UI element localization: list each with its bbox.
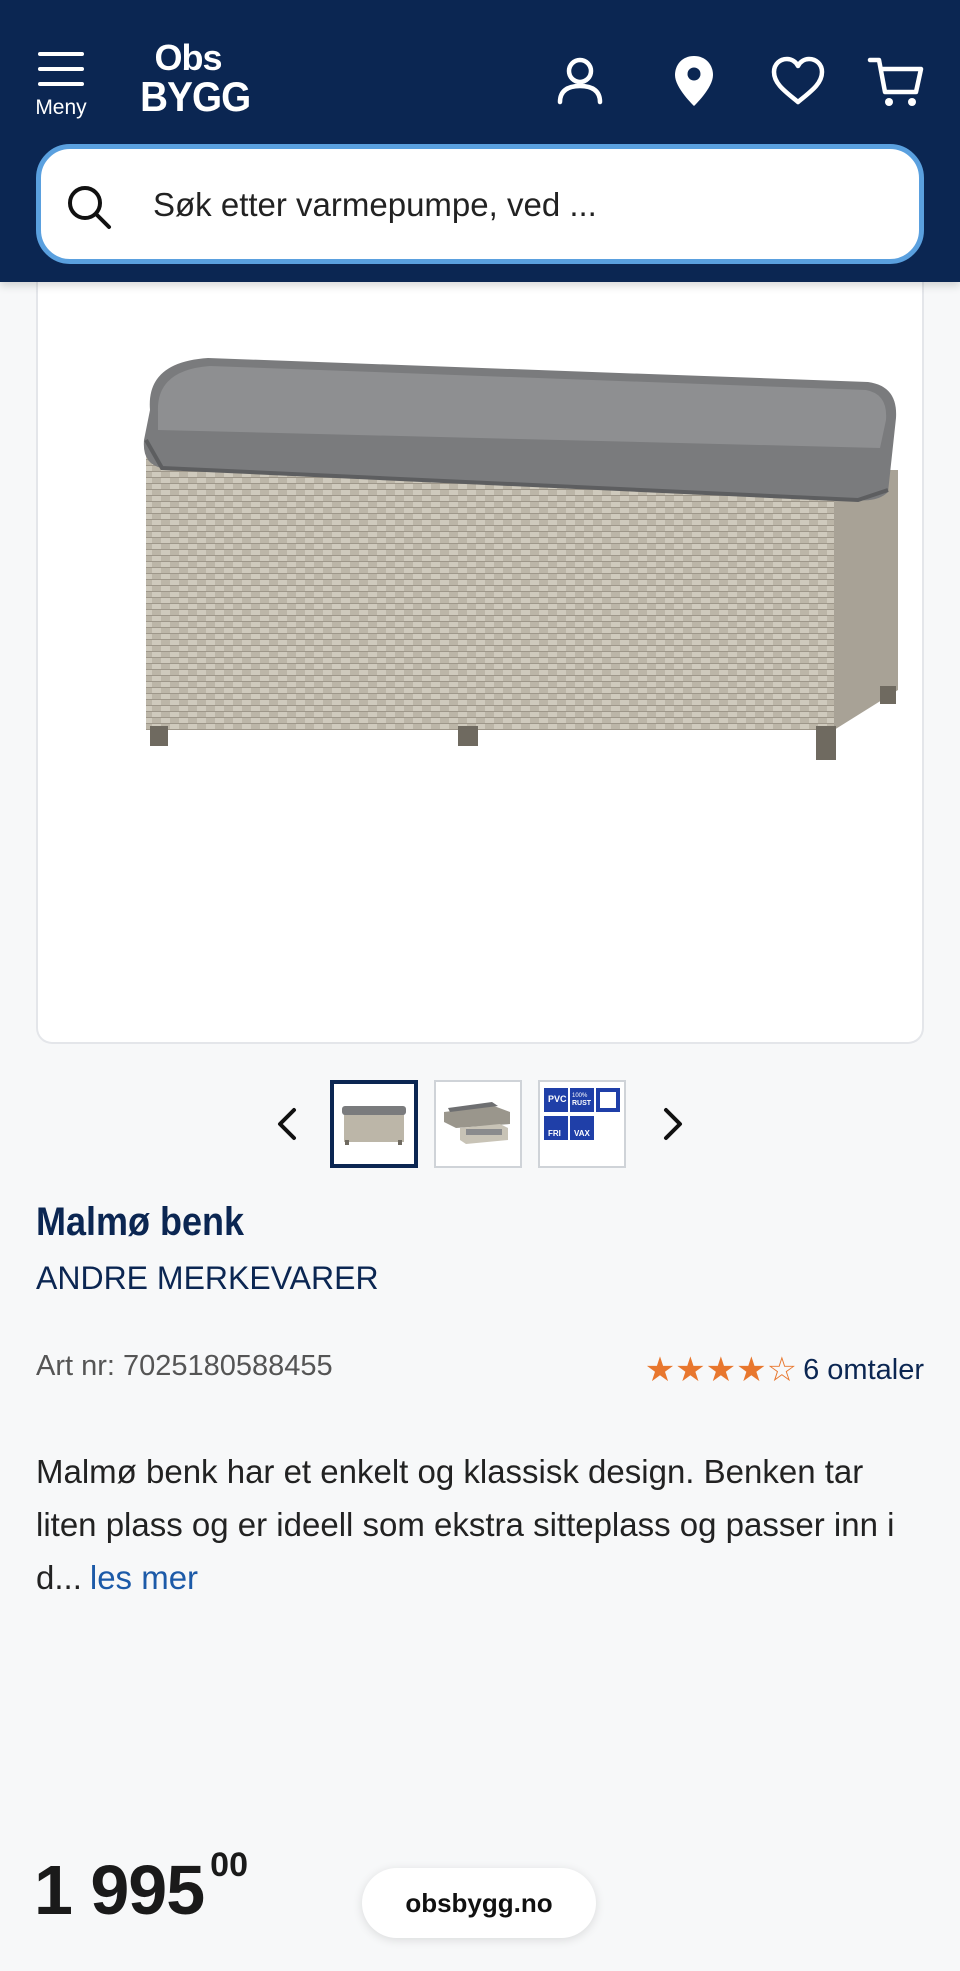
hamburger-icon (38, 52, 84, 86)
svg-text:100%: 100% (572, 1093, 588, 1099)
search-input[interactable] (153, 175, 893, 235)
svg-text:PVC: PVC (548, 1094, 567, 1104)
price-main: 1 995 (34, 1851, 205, 1929)
star-empty-icon: ☆ (766, 1351, 798, 1389)
svg-text:FRI: FRI (548, 1129, 561, 1138)
reviews-link[interactable]: 6 omtaler (803, 1354, 924, 1387)
price-decimals: 00 (210, 1846, 248, 1884)
thumbnail-certification-badges[interactable]: PVC 100% RUST FRI VAX (538, 1080, 626, 1168)
location-pin-icon[interactable] (664, 52, 724, 112)
svg-text:VAX: VAX (574, 1129, 591, 1138)
browser-url-pill[interactable]: obsbygg.no (362, 1868, 596, 1938)
heart-icon[interactable] (768, 52, 828, 112)
product-brand[interactable]: ANDRE MERKEVARER (36, 1260, 379, 1297)
menu-button[interactable]: Meny (30, 52, 92, 124)
article-number: Art nr: 7025180588455 (36, 1350, 333, 1382)
thumbnail-sofa-set[interactable] (434, 1080, 522, 1168)
star-filled-icon: ★ (644, 1351, 676, 1389)
product-description: Malmø benk har et enkelt og klassisk des… (36, 1445, 926, 1604)
thumbnail-carousel: PVC 100% RUST FRI VAX (0, 1080, 960, 1168)
chevron-left-icon[interactable] (266, 1102, 310, 1146)
menu-label: Meny (35, 96, 87, 119)
chevron-right-icon[interactable] (650, 1102, 694, 1146)
product-rating[interactable]: ★ ★ ★ ★ ☆ 6 omtaler (645, 1350, 924, 1390)
search-bar[interactable] (36, 144, 924, 264)
cart-icon[interactable] (866, 52, 926, 112)
svg-text:RUST: RUST (572, 1100, 592, 1107)
star-filled-icon: ★ (705, 1351, 737, 1389)
account-icon[interactable] (550, 52, 610, 112)
read-more-link[interactable]: les mer (90, 1559, 198, 1596)
obs-bygg-logo[interactable]: Obs BYGG (136, 37, 251, 122)
star-filled-icon: ★ (736, 1351, 767, 1389)
product-image-card[interactable] (36, 250, 924, 1044)
logo-line1: Obs (154, 37, 222, 78)
search-icon (68, 186, 111, 229)
bench-product-image (143, 358, 898, 760)
logo-line2: BYGG (140, 73, 251, 120)
product-price: 1 995 00 (34, 1846, 248, 1930)
star-filled-icon: ★ (675, 1351, 706, 1389)
thumbnail-bench[interactable] (330, 1080, 418, 1168)
top-header: Meny Obs BYGG (0, 0, 960, 282)
product-title: Malmø benk (36, 1200, 245, 1244)
